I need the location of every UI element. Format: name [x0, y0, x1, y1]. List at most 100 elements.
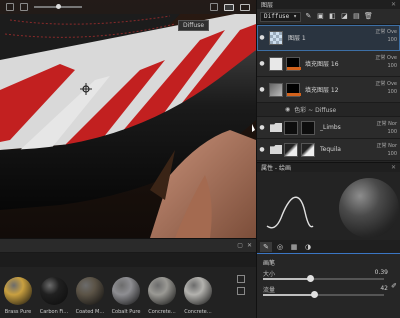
- layer-mask-thumbnail[interactable]: [301, 142, 315, 157]
- maximize-icon[interactable]: ▢: [237, 242, 243, 249]
- blend-mode: Nor: [388, 121, 397, 127]
- properties-panel: 属性 - 绘画 ✕: [256, 162, 400, 240]
- size-slider[interactable]: [263, 275, 384, 282]
- layer-opacity: 100: [387, 37, 397, 43]
- blend-mode: Ove: [387, 29, 397, 35]
- material-item[interactable]: Carbon Fi…: [38, 277, 70, 318]
- material-tab-icon[interactable]: ▦: [288, 242, 300, 252]
- param-value[interactable]: 42: [380, 285, 388, 292]
- layer-opacity: 100: [387, 89, 397, 95]
- slider-knob[interactable]: [307, 275, 315, 282]
- layer-opacity: 100: [387, 151, 397, 157]
- layer-blend-info[interactable]: 正常 Ove 100: [375, 80, 397, 96]
- shelf-material-list: Brass Pure Carbon Fi… Coated M… Cobalt P…: [0, 277, 214, 318]
- brush-icon[interactable]: [20, 3, 28, 11]
- chevron-down-icon: ▾: [293, 13, 297, 20]
- shelf-header: ▢ ✕: [0, 239, 256, 253]
- material-name: Coated M…: [75, 309, 105, 315]
- layer-opacity: 100: [387, 129, 397, 135]
- folder-row-tequila[interactable]: ● Tequila 正常 Nor 100: [257, 139, 400, 161]
- close-icon[interactable]: ✕: [247, 242, 252, 249]
- layer-mask-thumbnail[interactable]: [286, 82, 301, 97]
- slider-knob[interactable]: [310, 291, 318, 298]
- layers-panel: 图层 ✕ Diffuse ▾ ✎ ▣ ◧ ◪ ▤ 🗑 ● 图层 1 正常 Ove…: [256, 0, 400, 162]
- flow-slider[interactable]: [263, 291, 384, 298]
- view-icon[interactable]: [224, 3, 234, 11]
- material-item[interactable]: Concrete…: [146, 277, 178, 318]
- blend-prefix: 正常: [375, 29, 386, 35]
- brush-size-param: 大小 0.39: [257, 269, 400, 285]
- layer-effect-row[interactable]: ◉ 色彩 ~ Diffuse: [257, 103, 400, 117]
- material-item[interactable]: Brass Pure: [2, 277, 34, 318]
- brush-tab-icon[interactable]: ✎: [260, 241, 272, 252]
- material-item[interactable]: Cobalt Pure: [110, 277, 142, 318]
- visibility-eye-icon[interactable]: ●: [257, 86, 267, 93]
- layer-thumbnail: [284, 120, 298, 135]
- material-name: Brass Pure: [4, 309, 32, 315]
- slider-fill: [263, 294, 314, 296]
- visibility-eye-icon[interactable]: ●: [257, 60, 267, 67]
- eye-icon[interactable]: ◉: [285, 106, 290, 113]
- layer-row-paint-1[interactable]: ● 图层 1 正常 Ove 100: [257, 25, 400, 51]
- viewport-slider[interactable]: [34, 4, 82, 9]
- layer-thumbnail: [284, 142, 298, 157]
- visibility-eye-icon[interactable]: ●: [257, 124, 267, 131]
- material-thumbnail: [112, 277, 140, 305]
- layer-blend-info[interactable]: 正常 Ove 100: [375, 54, 397, 70]
- alpha-tab-icon[interactable]: ◎: [274, 242, 286, 252]
- layer-row-fill-16[interactable]: ● 填充图层 16 正常 Ove 100: [257, 51, 400, 77]
- shelf-panel: ▢ ✕ Brass Pure Carbon Fi… Coated M… Coba…: [0, 238, 256, 318]
- layer-blend-info[interactable]: 正常 Ove 100: [375, 28, 397, 44]
- material-thumbnail: [40, 277, 68, 305]
- blend-prefix: 正常: [376, 121, 387, 127]
- layer-row-fill-12[interactable]: ● 填充图层 12 正常 Ove 100: [257, 77, 400, 103]
- brush-flow-param: 流量 42: [257, 285, 400, 301]
- blend-prefix: 正常: [375, 81, 386, 87]
- 3d-viewport[interactable]: Diffuse: [0, 0, 256, 238]
- grid-view-icon[interactable]: [237, 275, 245, 283]
- close-icon[interactable]: ✕: [391, 1, 396, 8]
- material-thumbnail: [4, 277, 32, 305]
- viewport-render[interactable]: [0, 0, 256, 238]
- material-item[interactable]: Coated M…: [74, 277, 106, 318]
- blend-mode: Nor: [388, 143, 397, 149]
- add-paint-layer-icon[interactable]: ▣: [316, 12, 325, 21]
- layer-opacity: 100: [387, 63, 397, 69]
- add-folder-icon[interactable]: ▤: [352, 12, 361, 21]
- shelf-side-tools: [230, 275, 252, 295]
- visibility-eye-icon[interactable]: ●: [257, 146, 267, 153]
- layer-blend-info[interactable]: 正常 Nor 100: [377, 142, 397, 158]
- brush-settings-panel: ✎ ◎ ▦ ◑ 画笔 大小 0.39 流量 42 ✐: [256, 240, 400, 318]
- settings-icon[interactable]: [210, 3, 218, 11]
- layer-blend-info[interactable]: 正常 Nor 100: [377, 120, 397, 136]
- add-mask-icon[interactable]: ◪: [340, 12, 349, 21]
- stencil-tab-icon[interactable]: ◑: [302, 242, 314, 252]
- grid-icon[interactable]: [6, 3, 14, 11]
- material-thumbnail: [184, 277, 212, 305]
- channel-label[interactable]: Diffuse: [178, 20, 210, 31]
- add-fill-layer-icon[interactable]: ◧: [328, 12, 337, 21]
- blend-mode: Ove: [387, 81, 397, 87]
- channel-select[interactable]: Diffuse ▾: [260, 11, 301, 22]
- layer-thumbnail: [269, 56, 283, 71]
- material-name: Cobalt Pure: [111, 309, 141, 315]
- material-item[interactable]: Concrete…: [182, 277, 214, 318]
- close-icon[interactable]: ✕: [391, 164, 396, 171]
- layers-toolbar: Diffuse ▾ ✎ ▣ ◧ ◪ ▤ 🗑: [257, 9, 400, 25]
- folder-row-limbs[interactable]: ● _Limbs 正常 Nor 100: [257, 117, 400, 139]
- pen-pressure-icon[interactable]: ✐: [391, 282, 397, 290]
- param-label: 大小: [263, 271, 276, 278]
- layers-title: 图层: [261, 2, 274, 9]
- delete-layer-icon[interactable]: 🗑: [364, 12, 373, 21]
- layer-effect-label: 色彩 ~ Diffuse: [294, 107, 337, 114]
- material-name: Carbon Fi…: [39, 309, 69, 315]
- layer-mask-thumbnail[interactable]: [301, 120, 315, 135]
- list-view-icon[interactable]: [237, 287, 245, 295]
- param-value[interactable]: 0.39: [375, 269, 388, 276]
- param-label: 流量: [263, 287, 276, 294]
- visibility-eye-icon[interactable]: ●: [257, 34, 267, 41]
- material-name: Concrete…: [184, 309, 212, 315]
- camera-icon[interactable]: [240, 3, 250, 11]
- wand-icon[interactable]: ✎: [304, 12, 313, 21]
- layer-mask-thumbnail[interactable]: [286, 56, 301, 71]
